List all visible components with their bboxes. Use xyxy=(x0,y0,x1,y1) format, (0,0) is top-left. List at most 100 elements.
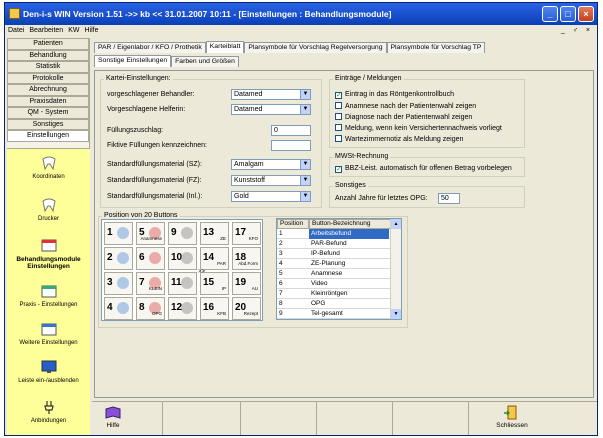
menu-datei[interactable]: Datei xyxy=(8,25,24,36)
menu-kw[interactable]: KW xyxy=(68,25,79,36)
drucker-button[interactable]: Drucker xyxy=(7,197,90,222)
checkbox-box[interactable]: ✓ xyxy=(335,166,342,173)
sidebar-item-patienten[interactable]: Patienten xyxy=(7,38,89,50)
sidebar-item-praxisdaten[interactable]: Praxisdaten xyxy=(7,95,89,107)
sidebar-item-einstellungen[interactable]: Einstellungen xyxy=(7,130,89,142)
monitor-icon xyxy=(41,360,56,373)
grid-button-20[interactable]: 20 Rezept xyxy=(232,297,261,320)
table-scrollbar[interactable]: ▲ ▼ xyxy=(390,219,401,319)
fz-select[interactable]: Kunststoff ▼ xyxy=(231,175,311,186)
helferin-value: Datamed xyxy=(234,106,263,113)
minimize-button[interactable]: _ xyxy=(542,6,558,22)
grid-button-18[interactable]: 12 xyxy=(168,297,197,320)
fiktive-input[interactable] xyxy=(271,140,311,151)
tab-plansymbole-tp[interactable]: Plansymbole für Vorschlag TP xyxy=(386,42,486,53)
table-row[interactable]: 5 Anamnese xyxy=(277,269,391,279)
menu-hilfe[interactable]: Hilfe xyxy=(84,25,98,36)
cell-position: 6 xyxy=(279,280,283,287)
checkbox-box[interactable] xyxy=(335,102,342,109)
mdi-controls[interactable]: _ ♂ × xyxy=(561,25,593,36)
button-table: Position Button-Bezeichnung 1 Arbeitsbefu… xyxy=(276,218,402,320)
checkbox-box[interactable] xyxy=(335,135,342,142)
tab-farben-groessen[interactable]: Farben und Größen xyxy=(171,56,239,67)
chevron-down-icon: ▼ xyxy=(300,176,310,185)
sidebar-item-abrechnung[interactable]: Abrechnung xyxy=(7,84,89,96)
table-row[interactable]: 9 Tel-gesamt xyxy=(277,309,391,319)
fuellungszuschlag-input[interactable]: 0 xyxy=(271,125,311,136)
table-row[interactable]: 7 Kleinröntgen xyxy=(277,289,391,299)
opg-input[interactable]: 50 xyxy=(438,193,460,204)
grid-button-12[interactable]: 7 KLEIN xyxy=(136,272,165,295)
inl-select[interactable]: Gold ▼ xyxy=(231,191,311,202)
scroll-up-icon[interactable]: ▲ xyxy=(391,219,401,229)
praxis-einstellungen-button[interactable]: Praxis - Einstellungen xyxy=(7,283,90,308)
helferin-select[interactable]: Datamed ▼ xyxy=(231,104,311,115)
grid-button-8[interactable]: 10 xyxy=(168,247,197,270)
grid-button-11[interactable]: 3 xyxy=(104,272,133,295)
leiste-toggle-button[interactable]: Leiste ein-/ausblenden xyxy=(7,359,90,384)
grid-button-3[interactable]: 9 xyxy=(168,222,197,245)
checkbox-box[interactable] xyxy=(335,113,342,120)
weitere-einstellungen-label: Weitere Einstellungen xyxy=(19,340,78,346)
tab-plansymbole-regel[interactable]: Plansymbole für Vorschlag Regelversorgun… xyxy=(244,42,387,53)
checkbox-roentgen[interactable]: ✓ Eintrag in das Röntgenkontrollbuch xyxy=(335,91,454,99)
grid-button-14[interactable]: 15 IP xyxy=(200,272,229,295)
table-row[interactable]: 8 OPG xyxy=(277,299,391,309)
checkbox-box[interactable] xyxy=(335,124,342,131)
grid-button-4[interactable]: 13 ZE xyxy=(200,222,229,245)
sidebar: Patienten Behandlung Statistik Protokoll… xyxy=(7,38,90,435)
tab-sonstige-einstellungen[interactable]: Sonstige Einstellungen xyxy=(94,55,172,67)
weitere-einstellungen-button[interactable]: Weitere Einstellungen xyxy=(7,321,90,346)
grid-button-19[interactable]: 16 KFB xyxy=(200,297,229,320)
sidebar-item-statistik[interactable]: Statistik xyxy=(7,61,89,73)
col-header-name[interactable]: Button-Bezeichnung xyxy=(309,219,391,229)
sz-label: Standardfüllungsmaterial (SZ): xyxy=(107,161,202,168)
anbindungen-button[interactable]: Anbindungen xyxy=(7,399,90,424)
table-row[interactable]: 2 PAR-Befund xyxy=(277,239,391,249)
grid-button-17[interactable]: 8 OPG xyxy=(136,297,165,320)
tab-par-eigenlabor[interactable]: PAR / Eigenlabor / KFO / Prothetik xyxy=(94,42,206,53)
checkbox-versichertennachweis[interactable]: Meldung, wenn kein Versichertennachweis … xyxy=(335,124,502,132)
grid-button-16[interactable]: 4 xyxy=(104,297,133,320)
behandlungsmodule-button[interactable]: Behandlungsmodule Einstellungen xyxy=(7,237,90,270)
sidebar-item-qm-system[interactable]: QM - System xyxy=(7,107,89,119)
menu-bearbeiten[interactable]: Bearbeiten xyxy=(29,25,63,36)
grid-button-2[interactable]: 5 Anamnese xyxy=(136,222,165,245)
checkbox-bbz[interactable]: ✓ BBZ-Leist. automatisch für offenen Betr… xyxy=(335,165,512,173)
checkbox-diagnose[interactable]: Diagnose nach der Patientenwahl zeigen xyxy=(335,113,472,121)
scroll-down-icon[interactable]: ▼ xyxy=(391,309,401,319)
sidebar-item-sonstiges[interactable]: Sonstiges xyxy=(7,118,89,130)
grid-button-6[interactable]: 2 xyxy=(104,247,133,270)
chevron-down-icon: ▼ xyxy=(300,160,310,169)
sidebar-item-protokolle[interactable]: Protokolle xyxy=(7,72,89,84)
grid-button-7[interactable]: 6 xyxy=(136,247,165,270)
footer-divider xyxy=(162,402,163,435)
grid-button-5[interactable]: 17 KFO xyxy=(232,222,261,245)
grid-button-15[interactable]: 19 AU xyxy=(232,272,261,295)
table-row[interactable]: 3 IP-Befund xyxy=(277,249,391,259)
grid-button-13[interactable]: 11 xyxy=(168,272,197,295)
help-label: Hilfe xyxy=(106,422,120,429)
behandler-select[interactable]: Datamed ▼ xyxy=(231,89,311,100)
grid-button-9[interactable]: 14 PAR xyxy=(200,247,229,270)
tooth-icon xyxy=(41,156,56,171)
close-button[interactable]: × xyxy=(578,6,594,22)
sidebar-item-behandlung[interactable]: Behandlung xyxy=(7,49,89,61)
checkbox-box[interactable]: ✓ xyxy=(335,92,342,99)
tab-karteiblatt[interactable]: Karteiblatt xyxy=(205,41,245,53)
grid-button-10[interactable]: 18 Abd.Form xyxy=(232,247,261,270)
table-row[interactable]: 1 Arbeitsbefund xyxy=(277,229,391,239)
koordinaten-button[interactable]: Koordinaten xyxy=(7,155,90,180)
move-arrow[interactable]: >> xyxy=(198,269,205,275)
help-button[interactable]: Hilfe xyxy=(98,405,128,429)
table-row[interactable]: 6 Video xyxy=(277,279,391,289)
checkbox-anamnese[interactable]: Anamnese nach der Patientenwahl zeigen xyxy=(335,102,476,110)
table-row[interactable]: 4 ZE-Planung xyxy=(277,259,391,269)
col-header-position[interactable]: Position xyxy=(277,219,309,229)
checkbox-wartezimmer[interactable]: Wartezimmernotiz als Meldung zeigen xyxy=(335,135,463,143)
close-window-button[interactable]: Schliessen xyxy=(492,405,532,429)
maximize-button[interactable]: □ xyxy=(560,6,576,22)
sz-select[interactable]: Amalgam ▼ xyxy=(231,159,311,170)
calendar-icon xyxy=(41,323,56,336)
grid-button-1[interactable]: 1 xyxy=(104,222,133,245)
